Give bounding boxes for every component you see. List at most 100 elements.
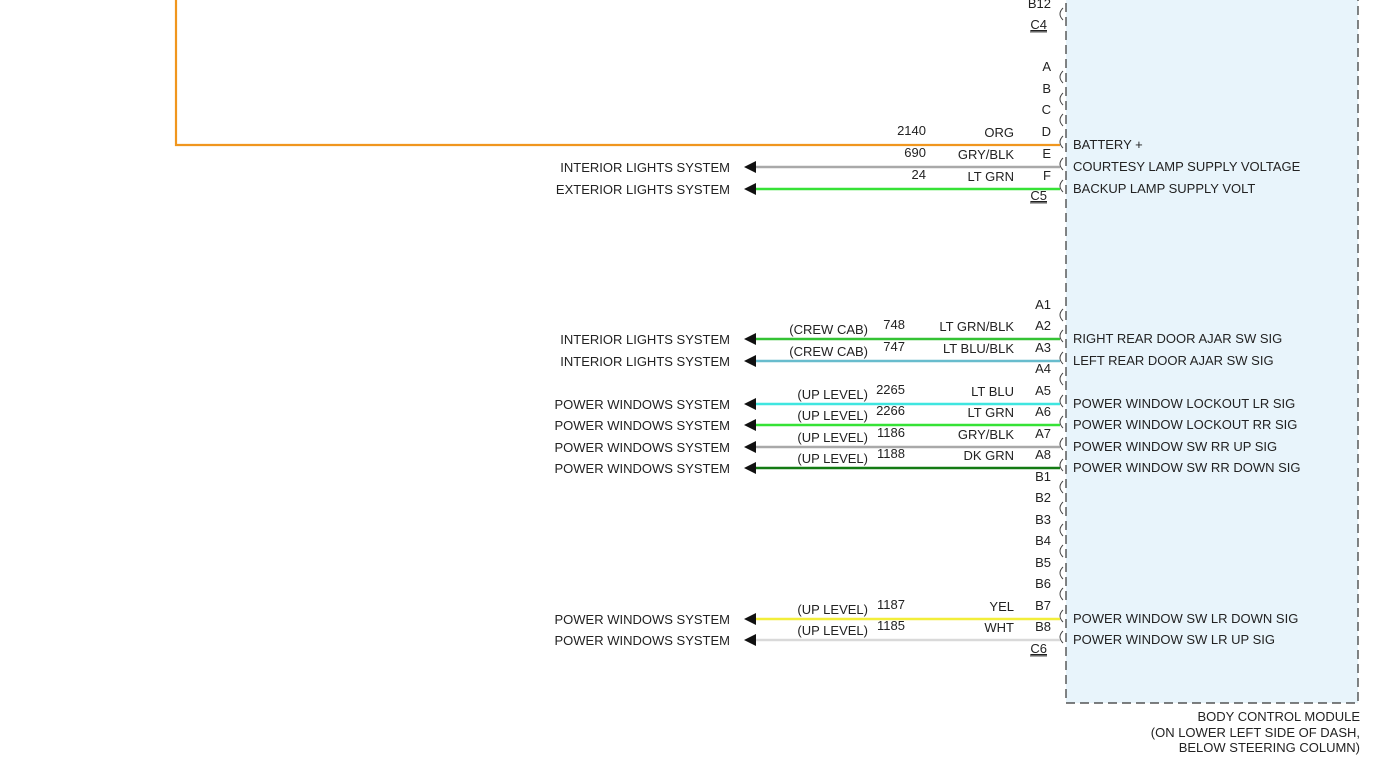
pin-label: B4 xyxy=(1035,533,1051,548)
destination-label: INTERIOR LIGHTS SYSTEM xyxy=(560,354,730,369)
arrow-head xyxy=(744,333,756,345)
pin-label: B5 xyxy=(1035,555,1051,570)
wire-color-label: LT BLU xyxy=(971,384,1014,399)
pin-label: D xyxy=(1042,124,1051,139)
pin-label: A2 xyxy=(1035,318,1051,333)
pin-label: A1 xyxy=(1035,297,1051,312)
pin-label: A4 xyxy=(1035,361,1051,376)
arrow-head xyxy=(744,462,756,474)
pin-bracket xyxy=(1059,523,1064,537)
pin-label: A8 xyxy=(1035,447,1051,462)
option-label: (UP LEVEL) xyxy=(797,387,868,402)
signal-label: BATTERY + xyxy=(1073,137,1143,152)
option-label: (CREW CAB) xyxy=(789,344,868,359)
pin-label: A xyxy=(1042,59,1051,74)
circuit-number: 1186 xyxy=(877,425,905,440)
pin-label: A7 xyxy=(1035,426,1051,441)
destination-label: POWER WINDOWS SYSTEM xyxy=(555,633,731,648)
connector-label: C6 xyxy=(1030,641,1047,656)
signal-label: POWER WINDOW SW RR UP SIG xyxy=(1073,439,1277,454)
signal-label: COURTESY LAMP SUPPLY VOLTAGE xyxy=(1073,159,1301,174)
pin-label: B xyxy=(1042,81,1051,96)
pin-bracket xyxy=(1059,329,1064,343)
pin-label: B7 xyxy=(1035,598,1051,613)
pin-bracket xyxy=(1059,351,1064,365)
pin-bracket xyxy=(1059,135,1064,149)
signal-label: POWER WINDOW SW LR DOWN SIG xyxy=(1073,611,1298,626)
arrow-head xyxy=(744,613,756,625)
signal-label: POWER WINDOW SW RR DOWN SIG xyxy=(1073,460,1300,475)
wire-color-label: WHT xyxy=(984,620,1014,635)
connector-label: C4 xyxy=(1030,17,1047,32)
module-caption: BODY CONTROL MODULE (ON LOWER LEFT SIDE … xyxy=(1100,709,1360,756)
pin-bracket xyxy=(1059,501,1064,515)
pin-bracket xyxy=(1059,372,1064,386)
pin-bracket xyxy=(1059,480,1064,494)
circuit-number: 2265 xyxy=(876,382,905,397)
pin-bracket xyxy=(1059,113,1064,127)
wire-color-label: LT GRN xyxy=(968,169,1014,184)
wire-color-label: YEL xyxy=(989,599,1014,614)
pin-label: B2 xyxy=(1035,490,1051,505)
pin-label: C xyxy=(1042,102,1051,117)
arrow-head xyxy=(744,419,756,431)
signal-label: POWER WINDOW SW LR UP SIG xyxy=(1073,632,1275,647)
circuit-number: 747 xyxy=(883,339,905,354)
signal-label: POWER WINDOW LOCKOUT LR SIG xyxy=(1073,396,1295,411)
pin-label: B3 xyxy=(1035,512,1051,527)
pin-bracket xyxy=(1059,308,1064,322)
module-caption-line: BELOW STEERING COLUMN) xyxy=(1178,740,1360,755)
pin-bracket xyxy=(1059,157,1064,171)
circuit-number: 2266 xyxy=(876,403,905,418)
option-label: (CREW CAB) xyxy=(789,322,868,337)
pin-bracket xyxy=(1059,92,1064,106)
pin-bracket xyxy=(1059,566,1064,580)
wire-color-label: LT GRN/BLK xyxy=(939,319,1014,334)
module-caption-line: BODY CONTROL MODULE xyxy=(1197,709,1360,724)
destination-label: EXTERIOR LIGHTS SYSTEM xyxy=(556,182,730,197)
option-label: (UP LEVEL) xyxy=(797,602,868,617)
pin-label: A5 xyxy=(1035,383,1051,398)
pin-bracket xyxy=(1059,179,1064,193)
option-label: (UP LEVEL) xyxy=(797,451,868,466)
wire-color-label: LT GRN xyxy=(968,405,1014,420)
signal-label: RIGHT REAR DOOR AJAR SW SIG xyxy=(1073,331,1282,346)
arrow-head xyxy=(744,183,756,195)
pin-label: F xyxy=(1043,168,1051,183)
wire xyxy=(174,0,1060,147)
circuit-number: 1185 xyxy=(877,618,905,633)
wire-color-label: GRY/BLK xyxy=(958,427,1014,442)
option-label: (UP LEVEL) xyxy=(797,408,868,423)
pin-label: B1 xyxy=(1035,469,1051,484)
circuit-number: 690 xyxy=(904,145,926,160)
signal-label: LEFT REAR DOOR AJAR SW SIG xyxy=(1073,353,1274,368)
destination-label: POWER WINDOWS SYSTEM xyxy=(555,397,731,412)
pin-bracket xyxy=(1059,544,1064,558)
circuit-number: 1187 xyxy=(877,597,905,612)
option-label: (UP LEVEL) xyxy=(797,623,868,638)
pin-bracket xyxy=(1059,394,1064,408)
option-label: (UP LEVEL) xyxy=(797,430,868,445)
arrow-head xyxy=(744,161,756,173)
pin-label: B12 xyxy=(1028,0,1051,11)
pin-bracket xyxy=(1059,437,1064,451)
signal-label: BACKUP LAMP SUPPLY VOLT xyxy=(1073,181,1255,196)
destination-label: POWER WINDOWS SYSTEM xyxy=(555,612,731,627)
pin-label: B8 xyxy=(1035,619,1051,634)
destination-label: POWER WINDOWS SYSTEM xyxy=(555,461,731,476)
circuit-number: 1188 xyxy=(877,446,905,461)
pin-bracket xyxy=(1059,609,1064,623)
wire-color-label: ORG xyxy=(984,125,1014,140)
arrow-head xyxy=(744,634,756,646)
pin-label: E xyxy=(1042,146,1051,161)
pin-bracket xyxy=(1059,587,1064,601)
circuit-number: 24 xyxy=(912,167,926,182)
pin-label: B6 xyxy=(1035,576,1051,591)
destination-label: INTERIOR LIGHTS SYSTEM xyxy=(560,332,730,347)
arrow-head xyxy=(744,398,756,410)
pin-bracket xyxy=(1059,70,1064,84)
arrow-head xyxy=(744,441,756,453)
pin-bracket xyxy=(1059,415,1064,429)
destination-label: POWER WINDOWS SYSTEM xyxy=(555,418,731,433)
pin-label: A3 xyxy=(1035,340,1051,355)
